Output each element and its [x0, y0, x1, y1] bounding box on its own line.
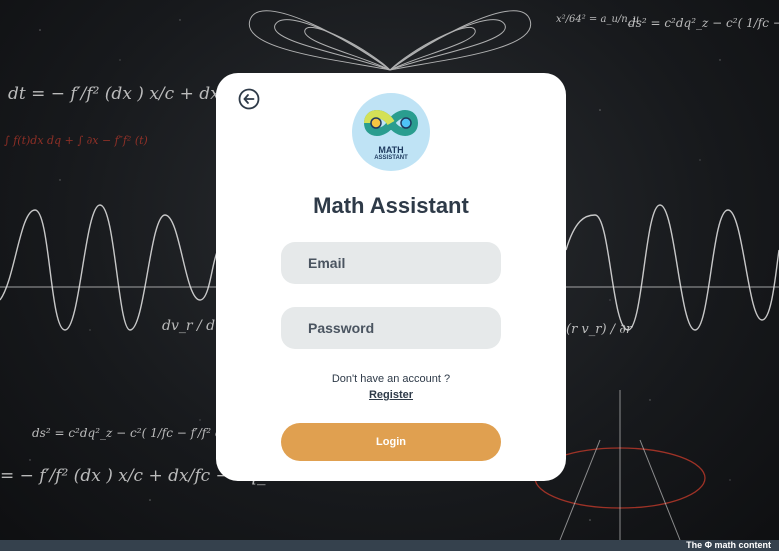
back-button[interactable]	[238, 88, 260, 110]
logo-text-line2: ASSISTANT	[374, 155, 408, 161]
background-equation: ds² = c²dq²_z − c²( 1/fc − f′/f² c	[628, 16, 779, 30]
account-prompt: Don't have an account ?	[331, 373, 451, 385]
logo-text-line1: MATH	[378, 145, 404, 155]
background-equation-red: ∫ f(t)dx dq + ∫ ∂x − f″f² (t)	[4, 134, 148, 147]
lobe-curves	[248, 10, 532, 71]
circle-arrow-left-icon	[238, 88, 260, 110]
email-field[interactable]	[281, 242, 501, 284]
register-link[interactable]: Register	[216, 389, 566, 401]
login-card: MATH ASSISTANT Math Assistant Don't have…	[216, 73, 566, 481]
cone-lines	[559, 390, 681, 541]
footer-text: The Φ math content	[686, 540, 771, 550]
footer-bar: The Φ math content	[0, 540, 779, 551]
app-logo: MATH ASSISTANT	[352, 93, 430, 171]
page-title: Math Assistant	[313, 193, 469, 218]
login-button[interactable]: Login	[281, 423, 501, 461]
background-equation: (r v_r) / ∂r	[566, 322, 633, 337]
background-equation: x²/64² = a_u/n_u	[556, 14, 640, 25]
background-equation: ds² = c²dq²_z − c²( 1/fc − f′/f² c )dx	[32, 426, 245, 440]
password-field[interactable]	[281, 307, 501, 349]
background-equation: dt = − f′/f² (dx ) x/c + dx/fc	[8, 84, 242, 104]
